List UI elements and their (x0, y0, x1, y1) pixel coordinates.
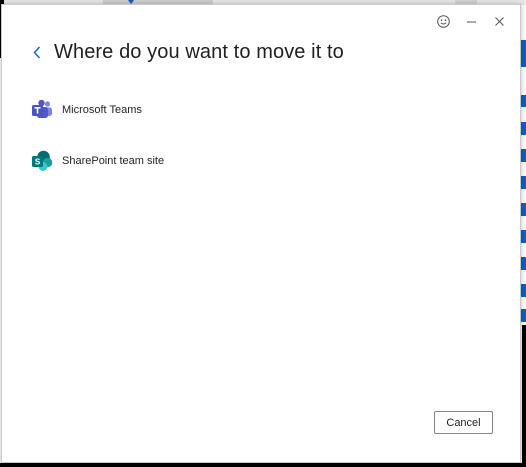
option-sharepoint-team-site[interactable]: S SharePoint team site (30, 149, 164, 173)
move-dialog: Where do you want to move it to Microsof… (1, 4, 521, 463)
chevron-left-icon[interactable] (31, 44, 43, 62)
background-right-block (521, 257, 526, 270)
titlebar-controls (436, 14, 506, 28)
option-label: SharePoint team site (62, 155, 165, 167)
destination-list: Microsoft Teams S SharePoint team site (30, 98, 164, 200)
svg-text:S: S (35, 158, 41, 167)
background-right-block (521, 230, 526, 243)
background-right-block (521, 309, 526, 322)
background-right-block (521, 284, 526, 297)
background-right-block (521, 176, 526, 189)
cancel-button[interactable]: Cancel (434, 411, 493, 434)
screen: Where do you want to move it to Microsof… (0, 0, 526, 467)
background-right-block (521, 203, 526, 216)
sharepoint-icon: S (30, 149, 54, 173)
background-right-block (521, 95, 526, 107)
option-microsoft-teams[interactable]: Microsoft Teams (30, 98, 164, 122)
option-label: Microsoft Teams (62, 104, 142, 116)
background-right-block (521, 40, 526, 67)
background-right-block (521, 122, 526, 135)
background-shadow (522, 325, 526, 467)
minimize-icon[interactable] (464, 14, 478, 28)
close-icon[interactable] (492, 14, 506, 28)
page-title: Where do you want to move it to (54, 41, 344, 63)
microsoft-teams-icon (30, 98, 54, 122)
smiley-icon[interactable] (436, 14, 450, 28)
dialog-header: Where do you want to move it to (31, 41, 344, 64)
background-shadow (0, 463, 526, 467)
background-right-block (521, 149, 526, 162)
